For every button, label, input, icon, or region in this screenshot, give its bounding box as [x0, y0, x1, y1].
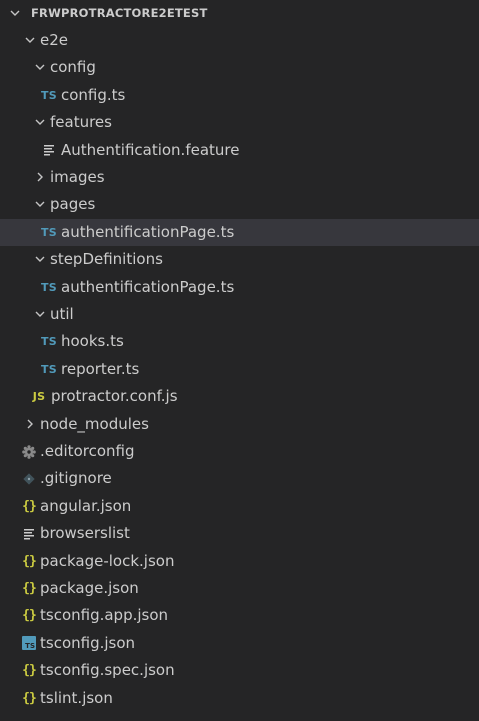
file-item-tsconfig-spec-json[interactable]: {} tsconfig.spec.json [0, 657, 479, 684]
json-braces-icon: {} [19, 690, 39, 707]
chevron-right-icon[interactable] [34, 171, 46, 183]
git-diamond-icon [19, 470, 39, 487]
typescript-icon: TS [39, 279, 59, 296]
json-braces-icon-text: {} [22, 690, 37, 706]
json-braces-icon-text: {} [22, 663, 37, 679]
json-braces-icon: {} [19, 580, 39, 597]
javascript-icon: JS [29, 388, 49, 405]
file-item-tslint-json[interactable]: {} tslint.json [0, 685, 479, 712]
folder-label: images [50, 168, 105, 186]
chevron-right-icon[interactable] [24, 418, 36, 430]
explorer-root-title: FRWPROTRACTORE2ETEST [31, 6, 208, 20]
typescript-icon-text: TS [40, 225, 58, 239]
file-label: .editorconfig [40, 442, 135, 460]
file-explorer: FRWPROTRACTORE2ETEST e2e config TS config.t… [0, 0, 479, 721]
json-braces-icon-text: {} [22, 553, 37, 569]
typescript-icon-text: TS [40, 335, 58, 349]
file-label: config.ts [61, 85, 126, 104]
file-item-config-ts[interactable]: TS config.ts [0, 82, 479, 109]
file-item-angular-json[interactable]: {} angular.json [0, 493, 479, 520]
file-label: tsconfig.app.json [40, 606, 169, 625]
file-item-gitignore[interactable]: .gitignore [0, 465, 479, 492]
chevron-down-icon[interactable] [34, 308, 46, 320]
chevron-down-icon[interactable] [34, 198, 46, 210]
file-item-tsconfig-json[interactable]: TS tsconfig.json [0, 630, 479, 657]
chevron-down-icon[interactable] [34, 61, 46, 73]
folder-item-e2e[interactable]: e2e [0, 27, 479, 54]
folder-label: config [50, 58, 96, 77]
json-braces-icon: {} [19, 607, 39, 624]
file-label: tsconfig.json [40, 633, 136, 652]
folder-item-pages[interactable]: pages [0, 191, 479, 218]
folder-label: e2e [40, 31, 69, 49]
typescript-icon: TS [39, 224, 59, 241]
folder-label: util [50, 305, 74, 323]
json-braces-icon-text: {} [22, 498, 37, 514]
chevron-down-icon[interactable] [9, 7, 21, 19]
file-label: package-lock.json [40, 551, 175, 570]
typescript-icon: TS [39, 333, 59, 350]
folder-label: node_modules [40, 414, 149, 433]
folder-label: pages [50, 195, 96, 214]
json-braces-icon: {} [19, 553, 39, 570]
file-item-authentificationpage-ts[interactable]: TS authentificationPage.ts [0, 274, 479, 301]
folder-label: features [50, 113, 112, 132]
typescript-icon: TS [39, 361, 59, 378]
folder-label: stepDefinitions [50, 250, 163, 269]
folder-item-images[interactable]: images [0, 164, 479, 191]
file-item-protractor-conf-js[interactable]: JS protractor.conf.js [0, 383, 479, 410]
file-label: browserslist [40, 524, 130, 543]
typescript-icon-text: TS [40, 88, 58, 102]
folder-item-node-modules[interactable]: node_modules [0, 411, 479, 438]
file-item-editorconfig[interactable]: .editorconfig [0, 438, 479, 465]
file-item-package-json[interactable]: {} package.json [0, 575, 479, 602]
typescript-icon-text: TS [40, 280, 58, 294]
file-item-package-lock-json[interactable]: {} package-lock.json [0, 548, 479, 575]
file-label: .gitignore [40, 469, 112, 488]
file-item-authentification-feature[interactable]: Authentification.feature [0, 137, 479, 164]
chevron-down-icon[interactable] [24, 34, 36, 46]
file-label: tsconfig.spec.json [40, 661, 175, 680]
file-item-hooks-ts[interactable]: TS hooks.ts [0, 328, 479, 355]
folder-item-util[interactable]: util [0, 301, 479, 328]
json-braces-icon-text: {} [22, 608, 37, 624]
json-braces-icon: {} [19, 662, 39, 679]
file-label: protractor.conf.js [51, 387, 178, 406]
file-label: Authentification.feature [61, 140, 240, 159]
folder-item-config[interactable]: config [0, 54, 479, 81]
typescript-icon: TS [39, 87, 59, 104]
json-braces-icon: {} [19, 498, 39, 515]
tsconfig-icon-text: TS [22, 636, 36, 651]
text-lines-icon [19, 525, 39, 542]
folder-item-stepdefinitions[interactable]: stepDefinitions [0, 246, 479, 273]
text-lines-icon [39, 142, 59, 159]
file-label: tslint.json [40, 688, 113, 707]
file-label: package.json [40, 579, 139, 597]
explorer-root-header[interactable]: FRWPROTRACTORE2ETEST [0, 0, 479, 27]
file-item-tsconfig-app-json[interactable]: {} tsconfig.app.json [0, 602, 479, 629]
file-item-authentificationpage-ts[interactable]: TS authentificationPage.ts [0, 218, 479, 246]
tsconfig-icon: TS [19, 635, 39, 652]
chevron-down-icon[interactable] [34, 116, 46, 128]
file-label: authentificationPage.ts [61, 277, 235, 296]
folder-item-features[interactable]: features [0, 109, 479, 136]
file-item-browserslist[interactable]: browserslist [0, 520, 479, 547]
gear-icon [19, 443, 39, 460]
javascript-icon-text: JS [32, 390, 46, 404]
file-label: reporter.ts [61, 359, 140, 378]
file-item-reporter-ts[interactable]: TS reporter.ts [0, 356, 479, 383]
typescript-icon-text: TS [40, 362, 58, 376]
file-label: hooks.ts [61, 332, 124, 351]
file-label: authentificationPage.ts [61, 222, 235, 241]
json-braces-icon-text: {} [22, 581, 37, 596]
chevron-down-icon[interactable] [34, 253, 46, 265]
file-label: angular.json [40, 496, 132, 515]
